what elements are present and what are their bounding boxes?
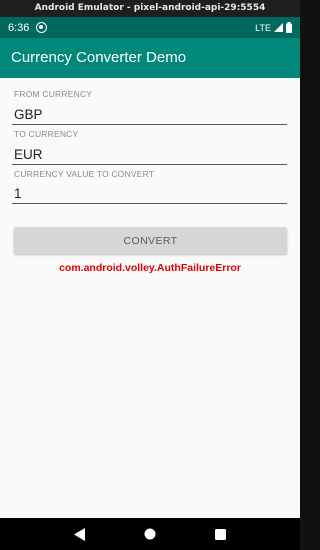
to-currency-label: TO CURRENCY xyxy=(14,129,79,139)
status-bar: 6:36 LTE xyxy=(0,17,300,38)
network-type-label: LTE xyxy=(255,22,271,33)
amount-label: CURRENCY VALUE TO CONVERT xyxy=(14,169,155,179)
convert-button[interactable]: CONVERT xyxy=(14,227,287,254)
to-currency-input[interactable] xyxy=(12,145,287,165)
recents-icon[interactable] xyxy=(213,527,227,541)
from-currency-label: FROM CURRENCY xyxy=(14,89,93,99)
error-message: com.android.volley.AuthFailureError xyxy=(59,262,241,274)
from-currency-input[interactable] xyxy=(12,105,287,125)
emulator-title: Android Emulator - pixel-android-api-29:… xyxy=(0,0,300,17)
signal-icon xyxy=(274,23,283,32)
battery-icon xyxy=(286,22,292,33)
back-icon[interactable] xyxy=(73,527,87,541)
notification-app-icon xyxy=(36,22,48,33)
amount-input[interactable] xyxy=(12,184,287,204)
app-bar-title: Currency Converter Demo xyxy=(0,38,300,78)
status-indicators: LTE xyxy=(255,22,292,33)
converter-form: FROM CURRENCY TO CURRENCY CURRENCY VALUE… xyxy=(0,78,300,518)
navigation-bar xyxy=(0,518,300,550)
home-icon[interactable] xyxy=(143,527,157,541)
status-time: 6:36 xyxy=(8,21,30,34)
